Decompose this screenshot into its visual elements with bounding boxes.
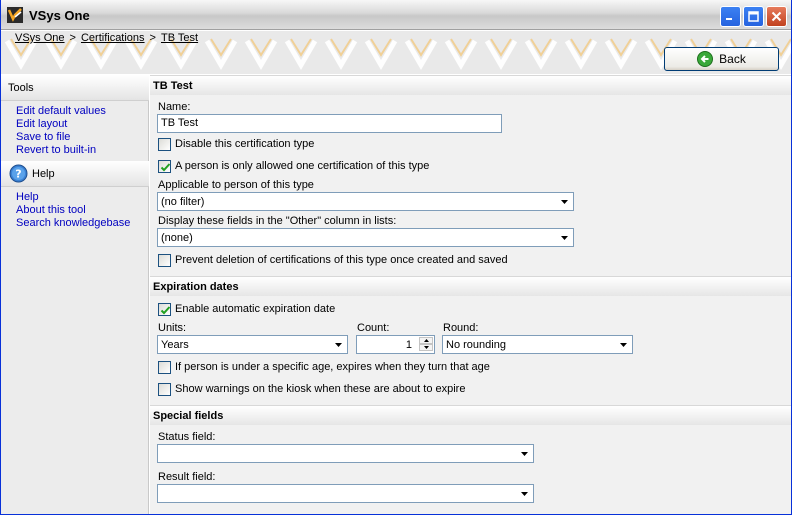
status-field-label: Status field: (158, 431, 216, 443)
section-special-header: Special fields (150, 405, 791, 425)
app-window: VSys One VSys One > Certifications > TB Test (0, 0, 792, 515)
section-general-header: TB Test (150, 75, 791, 95)
units-select[interactable]: Years (157, 335, 348, 354)
tools-header: Tools (1, 75, 149, 101)
kiosk-warning-row[interactable]: Show warnings on the kiosk when these ar… (158, 382, 658, 398)
one-cert-label: A person is only allowed one certificati… (175, 160, 430, 172)
kiosk-warning-label: Show warnings on the kiosk when these ar… (175, 383, 466, 395)
breadcrumb-vsys-one[interactable]: VSys One (15, 32, 65, 44)
count-stepper-value: 1 (405, 339, 412, 351)
checkmark-icon (160, 163, 171, 172)
units-select-value: Years (161, 339, 189, 351)
edit-layout-link[interactable]: Edit layout (16, 118, 67, 130)
search-knowledgebase-link[interactable]: Search knowledgebase (16, 217, 130, 229)
enable-expiration-checkbox[interactable] (158, 303, 171, 316)
left-panel: Tools Edit default values Edit layout Sa… (1, 75, 149, 514)
minimize-icon (726, 18, 732, 20)
section-expiration-title: Expiration dates (153, 281, 239, 293)
close-icon (771, 11, 782, 22)
chevron-down-icon[interactable] (517, 486, 532, 501)
applicable-select[interactable]: (no filter) (157, 192, 574, 211)
help-heading: Help (32, 168, 55, 180)
section-general-title: TB Test (153, 80, 193, 92)
chevron-down-icon[interactable] (557, 194, 572, 209)
kiosk-warning-checkbox[interactable] (158, 383, 171, 396)
breadcrumb-tb-test[interactable]: TB Test (161, 32, 198, 44)
name-input-value: TB Test (161, 117, 199, 129)
back-arrow-icon (697, 51, 714, 67)
chevron-down-icon[interactable] (557, 230, 572, 245)
help-question-icon: ? (9, 164, 28, 183)
disable-cert-label: Disable this certification type (175, 138, 315, 150)
prevent-delete-checkbox[interactable] (158, 254, 171, 267)
disable-cert-row[interactable]: Disable this certification type (158, 137, 558, 153)
units-label: Units: (158, 322, 187, 334)
enable-expiration-label: Enable automatic expiration date (175, 303, 336, 315)
prevent-delete-label: Prevent deletion of certifications of th… (175, 254, 508, 266)
disable-cert-checkbox[interactable] (158, 138, 171, 151)
enable-expiration-row[interactable]: Enable automatic expiration date (158, 302, 558, 318)
spin-down-icon[interactable] (419, 344, 433, 351)
title-bar[interactable]: VSys One (1, 0, 791, 30)
applicable-label: Applicable to person of this type (158, 179, 314, 191)
age-expire-label: If person is under a specific age, expir… (175, 361, 490, 373)
count-stepper-buttons (419, 337, 433, 352)
tools-heading: Tools (8, 82, 34, 94)
status-field-select[interactable] (157, 444, 534, 463)
display-fields-select[interactable]: (none) (157, 228, 574, 247)
edit-default-values-link[interactable]: Edit default values (16, 105, 106, 117)
breadcrumb-certifications[interactable]: Certifications (81, 32, 145, 44)
header-banner: VSys One > Certifications > TB Test Back (1, 31, 791, 74)
one-cert-checkbox[interactable] (158, 160, 171, 173)
revert-to-built-in-link[interactable]: Revert to built-in (16, 144, 96, 156)
age-expire-checkbox[interactable] (158, 361, 171, 374)
chevron-down-icon[interactable] (331, 337, 346, 352)
age-expire-row[interactable]: If person is under a specific age, expir… (158, 360, 658, 376)
breadcrumb-separator: > (69, 32, 76, 44)
result-field-select[interactable] (157, 484, 534, 503)
help-link[interactable]: Help (16, 191, 39, 203)
round-label: Round: (443, 322, 479, 334)
main-content: TB Test Name: TB Test Disable this certi… (150, 75, 791, 514)
close-button[interactable] (766, 6, 787, 27)
applicable-select-value: (no filter) (161, 196, 205, 208)
maximize-button[interactable] (743, 6, 764, 27)
breadcrumb-separator: > (149, 32, 156, 44)
app-logo-icon (7, 7, 23, 23)
display-fields-select-value: (none) (161, 232, 193, 244)
window-title: VSys One (29, 8, 90, 23)
one-cert-row[interactable]: A person is only allowed one certificati… (158, 159, 558, 175)
count-stepper[interactable]: 1 (356, 335, 435, 354)
breadcrumb: VSys One > Certifications > TB Test (15, 32, 198, 44)
save-to-file-link[interactable]: Save to file (16, 131, 70, 143)
name-input[interactable]: TB Test (157, 114, 502, 133)
prevent-delete-row[interactable]: Prevent deletion of certifications of th… (158, 253, 658, 269)
round-select-value: No rounding (446, 339, 506, 351)
display-fields-label: Display these fields in the "Other" colu… (158, 215, 397, 227)
count-label: Count: (357, 322, 390, 334)
section-special-title: Special fields (153, 410, 224, 422)
maximize-icon (748, 11, 759, 22)
about-this-tool-link[interactable]: About this tool (16, 204, 86, 216)
help-header: ? Help (1, 161, 149, 187)
checkmark-icon (160, 306, 171, 315)
name-label: Name: (158, 101, 191, 113)
minimize-button[interactable] (720, 6, 741, 27)
spin-up-icon[interactable] (419, 337, 433, 344)
svg-text:?: ? (15, 168, 21, 181)
back-button-label: Back (719, 52, 746, 66)
chevron-down-icon[interactable] (616, 337, 631, 352)
result-field-label: Result field: (158, 471, 216, 483)
section-expiration-header: Expiration dates (150, 276, 791, 296)
back-button[interactable]: Back (664, 47, 779, 71)
chevron-down-icon[interactable] (517, 446, 532, 461)
round-select[interactable]: No rounding (442, 335, 633, 354)
